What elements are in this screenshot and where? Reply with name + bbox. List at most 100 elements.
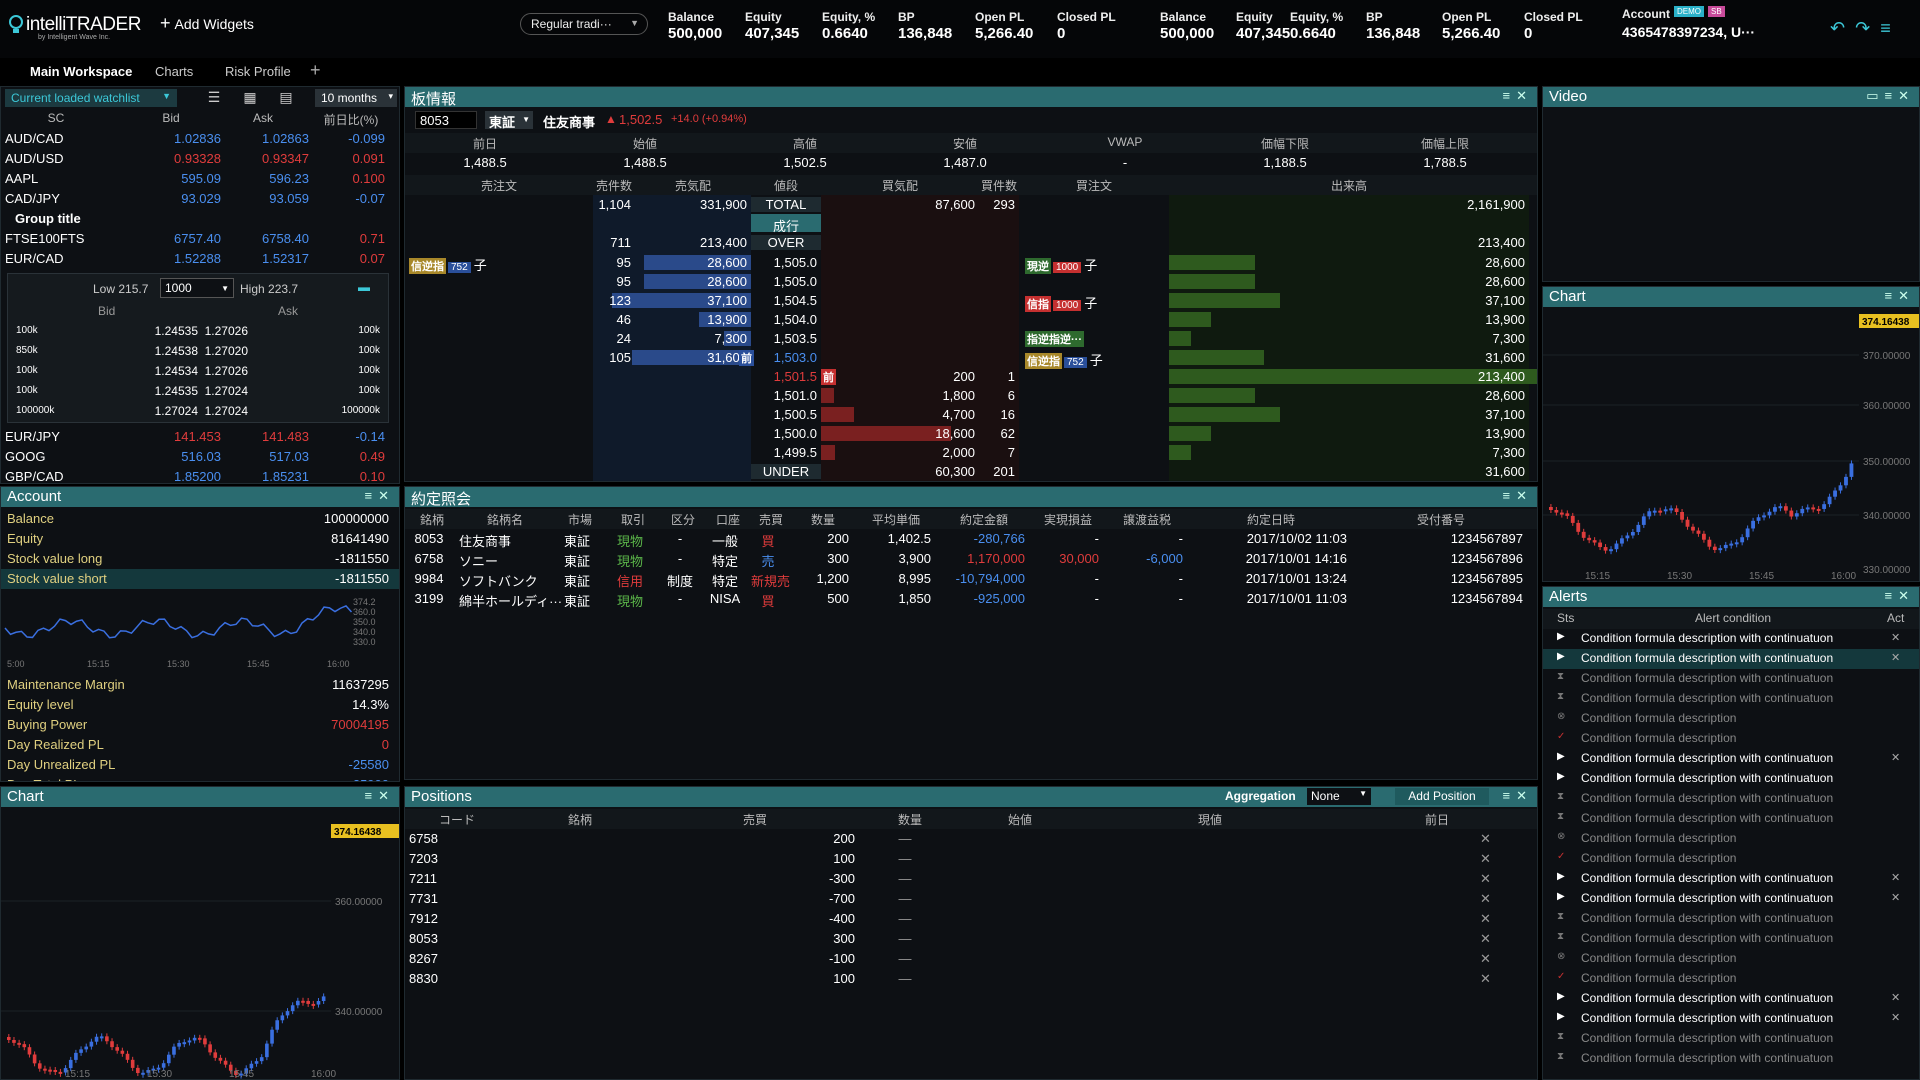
price-level-row[interactable]: 1,501.0 1,800 6 28,600 bbox=[405, 386, 1537, 405]
close-position-icon[interactable]: ✕ bbox=[1480, 831, 1491, 847]
symbol-code-input[interactable]: 8053 bbox=[415, 111, 477, 129]
redo-icon[interactable]: ↷ bbox=[1855, 18, 1870, 38]
position-row[interactable]: 7731 -700 — ✕ bbox=[405, 889, 1537, 909]
close-position-icon[interactable]: ✕ bbox=[1480, 971, 1491, 987]
menu-icon[interactable]: ≡ bbox=[1885, 588, 1899, 603]
position-row[interactable]: 8053 300 — ✕ bbox=[405, 929, 1537, 949]
execution-row[interactable]: 6758 ソニー 東証 現物 - 特定 売 300 3,900 1,170,000 30,000 -6… bbox=[405, 549, 1537, 569]
position-row[interactable]: 8267 -100 — ✕ bbox=[405, 949, 1537, 969]
depth-row[interactable]: 100k 1.24535 1.27026 100k bbox=[8, 322, 388, 342]
alert-row[interactable]: ▶ Condition formula description with cont… bbox=[1543, 749, 1919, 769]
depth-row[interactable]: 100k 1.24535 1.27024 100k bbox=[8, 382, 388, 402]
alert-row[interactable]: ▶ Condition formula description with cont… bbox=[1543, 869, 1919, 889]
watchlist-row[interactable]: AAPL 595.09 596.23 0.100 bbox=[1, 169, 399, 189]
close-icon[interactable]: ✕ bbox=[1898, 288, 1915, 303]
video-camera-icon[interactable]: ▭ bbox=[1866, 88, 1884, 103]
position-row[interactable]: 8830 100 — ✕ bbox=[405, 969, 1537, 989]
price-level-row[interactable]: 95 28,600 1,505.0 28,600 bbox=[405, 272, 1537, 291]
market-select[interactable]: 東証 ▼ bbox=[485, 111, 533, 130]
alert-row[interactable]: ▶ Condition formula description with cont… bbox=[1543, 629, 1919, 649]
remove-alert-icon[interactable]: ✕ bbox=[1891, 891, 1900, 904]
close-icon[interactable]: ✕ bbox=[1516, 88, 1533, 103]
alert-row[interactable]: ✓ Condition formula description bbox=[1543, 729, 1919, 749]
alert-row[interactable]: ✓ Condition formula description bbox=[1543, 849, 1919, 869]
alert-row[interactable]: ⧗ Condition formula description with cont… bbox=[1543, 929, 1919, 949]
close-position-icon[interactable]: ✕ bbox=[1480, 951, 1491, 967]
grid-view-icon[interactable]: ▦ bbox=[237, 89, 263, 107]
close-position-icon[interactable]: ✕ bbox=[1480, 871, 1491, 887]
watchlist-row[interactable]: AUD/CAD 1.02836 1.02863 -0.099 bbox=[1, 129, 399, 149]
depth-row[interactable]: 850k 1.24538 1.27020 100k bbox=[8, 342, 388, 362]
menu-icon[interactable]: ≡ bbox=[365, 488, 379, 503]
watchlist-row[interactable]: CAD/JPY 93.029 93.059 -0.07 bbox=[1, 189, 399, 209]
menu-icon[interactable]: ≡ bbox=[1503, 88, 1517, 103]
tab-charts[interactable]: Charts bbox=[155, 64, 193, 79]
execution-row[interactable]: 8053 住友商事 東証 現物 - 一般 買 200 1,402.5 -280,766 - - 2017… bbox=[405, 529, 1537, 549]
alert-row[interactable]: ▶ Condition formula description with cont… bbox=[1543, 769, 1919, 789]
menu-icon[interactable]: ≡ bbox=[1503, 788, 1517, 803]
alert-row[interactable]: ⧗ Condition formula description with cont… bbox=[1543, 789, 1919, 809]
watchlist-row[interactable]: EUR/JPY 141.453 141.483 -0.14 bbox=[1, 427, 399, 447]
tab-risk-profile[interactable]: Risk Profile bbox=[225, 64, 291, 79]
close-position-icon[interactable]: ✕ bbox=[1480, 891, 1491, 907]
menu-icon[interactable]: ≡ bbox=[1880, 18, 1891, 38]
alert-row[interactable]: ⊗ Condition formula description bbox=[1543, 709, 1919, 729]
watchlist-select[interactable]: Current loaded watchlist ▼ bbox=[5, 89, 177, 107]
close-position-icon[interactable]: ✕ bbox=[1480, 931, 1491, 947]
add-tab-icon[interactable]: + bbox=[310, 60, 321, 81]
alert-row[interactable]: ⧗ Condition formula description with cont… bbox=[1543, 689, 1919, 709]
price-level-row[interactable]: 信逆指 752 子 95 28,600 1,505.0 現逆 1000 子 28,600 bbox=[405, 253, 1537, 274]
remove-alert-icon[interactable]: ✕ bbox=[1891, 991, 1900, 1004]
alert-row[interactable]: ⧗ Condition formula description with cont… bbox=[1543, 909, 1919, 929]
position-row[interactable]: 7912 -400 — ✕ bbox=[405, 909, 1537, 929]
price-level-row[interactable]: 1,500.0 18,600 62 13,900 bbox=[405, 424, 1537, 443]
chart-toggle-icon[interactable]: ▬ bbox=[358, 280, 370, 294]
alert-row[interactable]: ▶ Condition formula description with cont… bbox=[1543, 1009, 1919, 1029]
watchlist-row[interactable]: EUR/CAD 1.52288 1.52317 0.07 bbox=[1, 249, 399, 269]
price-level-row[interactable]: 1,500.5 4,700 16 37,100 bbox=[405, 405, 1537, 424]
menu-icon[interactable]: ≡ bbox=[365, 788, 379, 803]
quantity-select[interactable]: 1000 ▼ bbox=[160, 278, 234, 298]
close-position-icon[interactable]: ✕ bbox=[1480, 911, 1491, 927]
price-level-row[interactable]: 24 7,300 1,503.5 指逆指逆··· 7,300 bbox=[405, 329, 1537, 348]
close-icon[interactable]: ✕ bbox=[1516, 488, 1533, 503]
session-select[interactable]: Regular tradi··· ▼ bbox=[520, 13, 648, 35]
alert-row[interactable]: ⧗ Condition formula description with cont… bbox=[1543, 809, 1919, 829]
period-select[interactable]: 10 months ▾ bbox=[315, 89, 397, 107]
depth-row[interactable]: 100k 1.24534 1.27026 100k bbox=[8, 362, 388, 382]
watchlist-row[interactable]: AUD/USD 0.93328 0.93347 0.091 bbox=[1, 149, 399, 169]
price-level-row[interactable]: 123 37,100 1,504.5 信指 1000 子 37,100 bbox=[405, 291, 1537, 312]
alert-row[interactable]: ▶ Condition formula description with cont… bbox=[1543, 989, 1919, 1009]
watchlist-row[interactable]: FTSE100FTS 6757.40 6758.40 0.71 bbox=[1, 229, 399, 249]
position-row[interactable]: 7211 -300 — ✕ bbox=[405, 869, 1537, 889]
close-icon[interactable]: ✕ bbox=[1516, 788, 1533, 803]
alert-row[interactable]: ⧗ Condition formula description with cont… bbox=[1543, 1029, 1919, 1049]
watchlist-row[interactable]: GOOG 516.03 517.03 0.49 bbox=[1, 447, 399, 467]
remove-alert-icon[interactable]: ✕ bbox=[1891, 871, 1900, 884]
remove-alert-icon[interactable]: ✕ bbox=[1891, 631, 1900, 644]
alert-row[interactable]: ⊗ Condition formula description bbox=[1543, 949, 1919, 969]
depth-row[interactable]: 100000k 1.27024 1.27024 100000k bbox=[8, 402, 388, 422]
remove-alert-icon[interactable]: ✕ bbox=[1891, 651, 1900, 664]
alert-row[interactable]: ✓ Condition formula description bbox=[1543, 969, 1919, 989]
position-row[interactable]: 7203 100 — ✕ bbox=[405, 849, 1537, 869]
alert-row[interactable]: ⧗ Condition formula description with cont… bbox=[1543, 669, 1919, 689]
close-icon[interactable]: ✕ bbox=[378, 788, 395, 803]
tab-main-workspace[interactable]: Main Workspace bbox=[30, 64, 132, 79]
price-level-row[interactable]: 1,501.5 前 200 1 213,400 bbox=[405, 367, 1537, 386]
add-widgets-button[interactable]: + Add Widgets bbox=[160, 13, 254, 35]
close-icon[interactable]: ✕ bbox=[378, 488, 395, 503]
execution-row[interactable]: 9984 ソフトバンク 東証 信用 制度 特定 新規売 1,200 8,995 -10,794,0… bbox=[405, 569, 1537, 589]
alert-row[interactable]: ▶ Condition formula description with cont… bbox=[1543, 649, 1919, 669]
undo-icon[interactable]: ↶ bbox=[1830, 18, 1845, 38]
aggregation-select[interactable]: None ▼ bbox=[1307, 788, 1371, 805]
alert-row[interactable]: ⧗ Condition formula description with cont… bbox=[1543, 1049, 1919, 1069]
close-icon[interactable]: ✕ bbox=[1898, 88, 1915, 103]
price-level-row[interactable]: 1,499.5 2,000 7 7,300 bbox=[405, 443, 1537, 462]
price-level-row[interactable]: 105 31,600 1,503.0 前信逆指 752 子 31,600 bbox=[405, 348, 1537, 369]
menu-icon[interactable]: ≡ bbox=[1503, 488, 1517, 503]
alert-row[interactable]: ⊗ Condition formula description bbox=[1543, 829, 1919, 849]
left-candlestick-chart[interactable]: 360.00000 340.00000 374.16438 15:15 15:30 15:… bbox=[1, 807, 400, 1080]
menu-icon[interactable]: ≡ bbox=[1885, 88, 1899, 103]
execution-row[interactable]: 3199 綿半ホールディ··· 東証 現物 - NISA 買 500 1,850 -925,000… bbox=[405, 589, 1537, 609]
